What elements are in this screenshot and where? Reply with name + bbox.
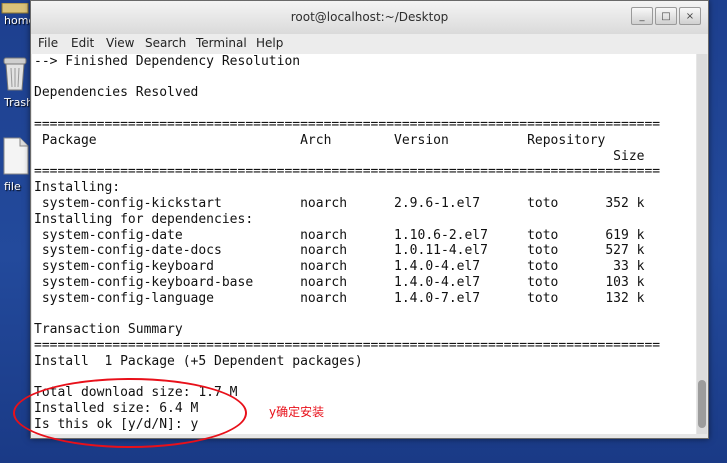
terminal-line: Transaction Summary	[34, 322, 183, 337]
terminal-line: system-config-date-docs noarch 1.0.11-4.…	[34, 243, 645, 258]
desktop-icon-trash[interactable]	[0, 54, 32, 96]
scrollbar-thumb[interactable]	[698, 380, 706, 428]
terminal-window: root@localhost:~/Desktop _ □ × File Edit…	[30, 0, 709, 439]
menu-search[interactable]: Search	[145, 36, 186, 50]
trash-icon	[3, 57, 27, 91]
terminal-line: Installed size: 6.4 M	[34, 401, 199, 416]
desktop-icon-file[interactable]	[0, 136, 32, 180]
maximize-button[interactable]: □	[655, 7, 677, 25]
file-icon	[3, 137, 29, 175]
terminal-line: Installing:	[34, 180, 121, 195]
close-button[interactable]: ×	[679, 7, 701, 25]
terminal-scrollbar[interactable]	[697, 54, 707, 434]
terminal-line: --> Finished Dependency Resolution	[34, 54, 301, 69]
terminal-output[interactable]: --> Finished Dependency Resolution Depen…	[32, 54, 696, 434]
desktop-icon-label: file	[4, 180, 21, 193]
terminal-line: Install 1 Package (+5 Dependent packages…	[34, 354, 363, 369]
menu-bar: File Edit View Search Terminal Help	[31, 34, 708, 54]
terminal-prompt-line: Is this ok [y/d/N]: y	[34, 417, 199, 432]
terminal-line: Dependencies Resolved	[34, 85, 199, 100]
terminal-line: Total download size: 1.7 M	[34, 385, 238, 400]
window-titlebar[interactable]: root@localhost:~/Desktop _ □ ×	[31, 1, 708, 35]
terminal-line: ========================================…	[34, 338, 661, 353]
terminal-line: Size	[34, 149, 645, 164]
window-title: root@localhost:~/Desktop	[290, 10, 449, 24]
terminal-line: system-config-kickstart noarch 2.9.6-1.e…	[34, 196, 645, 211]
minimize-button[interactable]: _	[631, 7, 653, 25]
terminal-line: system-config-keyboard-base noarch 1.4.0…	[34, 275, 645, 290]
annotation-note: y确定安装	[269, 405, 325, 419]
terminal-line: Package Arch Version Repository	[34, 133, 606, 148]
menu-edit[interactable]: Edit	[71, 36, 94, 50]
menu-terminal[interactable]: Terminal	[196, 36, 247, 50]
desktop-icon-label: Trash	[4, 96, 34, 109]
terminal-line: ========================================…	[34, 164, 661, 179]
menu-file[interactable]: File	[38, 36, 58, 50]
menu-help[interactable]: Help	[256, 36, 283, 50]
terminal-line: system-config-date noarch 1.10.6-2.el7 t…	[34, 228, 645, 243]
menu-view[interactable]: View	[106, 36, 134, 50]
terminal-line: Installing for dependencies:	[34, 212, 254, 227]
terminal-line: system-config-keyboard noarch 1.4.0-4.el…	[34, 259, 645, 274]
terminal-line: system-config-language noarch 1.4.0-7.el…	[34, 291, 645, 306]
terminal-line: ========================================…	[34, 117, 661, 132]
